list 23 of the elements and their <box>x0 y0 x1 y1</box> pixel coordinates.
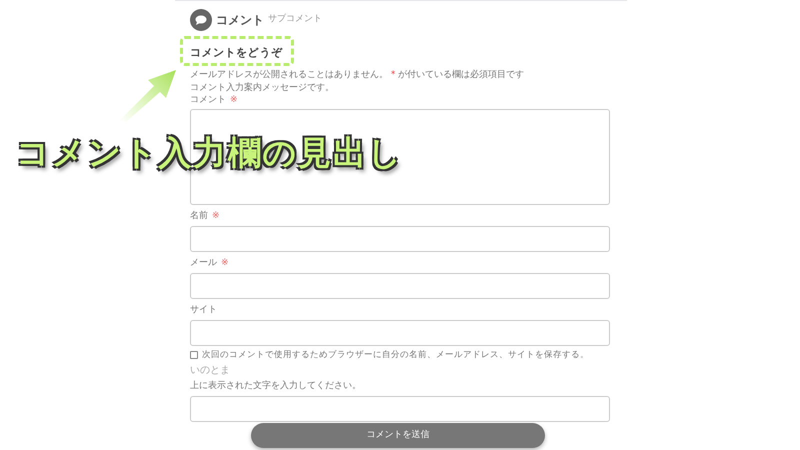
field-label: サイト <box>190 304 217 318</box>
required-mark: ※ <box>230 94 238 108</box>
checkbox[interactable] <box>190 351 198 359</box>
input-field[interactable] <box>190 320 610 346</box>
submit-button[interactable]: コメントを送信 <box>251 423 545 448</box>
required-mark: ※ <box>212 210 220 224</box>
form-heading: コメントをどうぞ <box>190 44 282 61</box>
section-subtitle: サブコメント <box>268 13 322 26</box>
input-field[interactable] <box>190 226 610 252</box>
guide-message: コメント入力案内メッセージです。 <box>190 82 335 95</box>
section-title: コメント <box>216 12 264 29</box>
field-label: メール <box>190 257 217 270</box>
speech-bubble-icon <box>190 9 212 31</box>
field-label: コメント <box>190 94 226 108</box>
captcha-text: いのとま <box>190 364 230 378</box>
captcha-input[interactable] <box>190 396 610 422</box>
annotation-caption: コメント入力欄の見出し <box>16 132 404 174</box>
captcha-prompt: 上に表示された文字を入力してください。 <box>190 380 362 393</box>
field-label: 名前 <box>190 210 208 224</box>
notes-text: メールアドレスが公開されることはありません。 * が付いている欄は必須項目です <box>190 68 526 82</box>
checkbox-label: 次回のコメントで使用するためブラウザーに自分の名前、メールアドレス、サイトを保存する。 <box>202 348 589 362</box>
required-mark: ※ <box>221 257 229 270</box>
input-field[interactable] <box>190 273 610 299</box>
